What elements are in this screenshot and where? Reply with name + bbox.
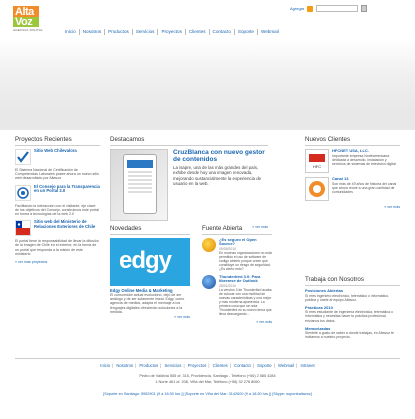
footer-link-clientes[interactable]: Clientes [211, 363, 230, 368]
section-title: Destacamos [110, 136, 268, 146]
footer-link-proyectos[interactable]: Proyectos [186, 363, 209, 368]
agregar-link[interactable]: Agregar [290, 6, 304, 11]
open-source-title[interactable]: ¿Es seguro el Open Source? [219, 237, 272, 247]
altavoz-logo[interactable]: Alta Voz AGENCIA DIGITAL [13, 6, 58, 38]
footer-support: [Soporte en Santiago: 5952901 (9 a 18:30… [103, 392, 312, 396]
section-title: Nuevos Clientes [305, 136, 400, 146]
project-item[interactable]: El Consejo para la Transparencia en un P… [15, 184, 100, 201]
job-text: Siéntete a gusto de saber a donde trabaj… [305, 331, 394, 340]
transparency-logo-icon [15, 184, 31, 201]
nav-item-soporte[interactable]: Soporte [235, 29, 258, 35]
search-input[interactable] [316, 5, 359, 12]
news-text: El consumidor actual evolucionó, dejó de… [110, 293, 185, 314]
footer-link-soporte[interactable]: Soporte [255, 363, 274, 368]
footer-link-productos[interactable]: Productos [137, 363, 160, 368]
footer-link-servicios[interactable]: Servicios [162, 363, 183, 368]
fuente-abierta: Fuente Abierta ¿Es seguro el Open Source… [202, 225, 272, 324]
clients-more-link[interactable]: » ver más [305, 205, 400, 209]
project-item[interactable]: Sitio web del Ministerio de Relaciones E… [15, 219, 100, 237]
thunderbird-icon [202, 274, 216, 289]
client-text: Son más de 49 años de historia del canal… [332, 181, 397, 194]
footer-nav: Inicio | Nosotros | Productos | Servicios | … [98, 363, 317, 368]
nav-item-nosotros[interactable]: Nosotros [80, 29, 106, 35]
featured-image[interactable] [110, 149, 168, 221]
nav-item-contacto[interactable]: Contacto [210, 29, 235, 35]
more-projects-link[interactable]: » ver más proyectos [15, 260, 100, 264]
nav-item-servicios[interactable]: Servicios [133, 29, 159, 35]
destacamos: Destacamos CruzBlanca con nuevo gestor d… [110, 136, 268, 229]
footer-link-contacto[interactable]: Contacto [232, 363, 253, 368]
job-item[interactable]: Prácticas 2010 Si eres estudiante de ing… [305, 305, 400, 323]
checkmark-logo-icon [15, 149, 31, 165]
open-source-text: La versión 3 de Thunderbird acaba de col… [219, 287, 272, 316]
client-item[interactable]: Canal 13 Son más de 49 años de historia … [305, 176, 400, 201]
open-source-more-link[interactable]: » ver más [202, 320, 272, 324]
footer-link-inicio[interactable]: Inicio [98, 363, 112, 368]
footer-link-nosotros[interactable]: Nosotros [114, 363, 135, 368]
open-source-item[interactable]: ¿Es seguro el Open Source? 09/05/2010 En… [202, 237, 272, 271]
hero-banner [0, 38, 415, 130]
client-item[interactable]: HFC HFCNET USA, LLC. Importante empresa … [305, 148, 400, 173]
project-description: El portal tiene la responsabilidad de ll… [15, 239, 99, 256]
phone-icon [123, 154, 157, 214]
job-item[interactable]: Posiciones Abiertas Si eres ingeniero el… [305, 288, 400, 302]
footer-address-vina: 1 Norte 461 of. 208, Viña del Mar, Teléf… [155, 380, 260, 384]
edgy-banner[interactable]: edgy [110, 238, 190, 286]
open-source-text: En muchas organizaciones no está permiti… [219, 250, 272, 271]
svg-text:HFC: HFC [313, 164, 321, 169]
section-title: Novedades [110, 225, 190, 235]
job-text: Si eres estudiante de ingeniería electró… [305, 310, 393, 323]
section-title: Trabaja con Nosotros [305, 276, 400, 286]
nav-item-proyectos[interactable]: Proyectos [158, 29, 186, 35]
nav-item-productos[interactable]: Productos [105, 29, 133, 35]
project-title[interactable]: Sitio web del Ministerio de Relaciones E… [34, 219, 100, 229]
logo-bottom-word: Voz [13, 17, 39, 28]
project-description: Facilitando la interacción con el visita… [15, 203, 99, 217]
nav-item-clientes[interactable]: Clientes [186, 29, 210, 35]
job-text: Si eres ingeniero electrónico, telemátic… [305, 293, 390, 302]
top-links: Agregar [290, 5, 368, 12]
footer-address-santiago: Pedro de Valdivia 555 of. 315, Providenc… [139, 374, 276, 378]
section-title: Fuente Abierta [202, 225, 272, 235]
project-description: El Sistema Nacional de Certificación de … [15, 168, 99, 181]
search-icon[interactable] [361, 5, 368, 12]
news-more-link[interactable]: » ver más [110, 315, 190, 319]
footer-link-webmail[interactable]: Webmail [276, 363, 296, 368]
project-item[interactable]: Sitio Web Chilevalora [15, 148, 100, 165]
project-title[interactable]: Sitio Web Chilevalora [34, 148, 77, 154]
main-nav: Inicio Nosotros Productos Servicios Proy… [62, 29, 282, 35]
open-source-title[interactable]: Thunderbird 3.0: Para liberarse de Outlo… [219, 274, 272, 284]
edgy-logo: edgy [119, 247, 172, 274]
footer-link-intranet[interactable]: Intranet [299, 363, 317, 368]
question-icon [202, 238, 216, 252]
nav-item-webmail[interactable]: Webmail [258, 29, 282, 35]
footer-divider [15, 358, 400, 359]
logo-tagline: AGENCIA DIGITAL [13, 28, 44, 32]
featured-text: La isapre, una de las más grandes del pa… [173, 165, 262, 187]
chile-flag-icon [15, 220, 31, 237]
open-source-item[interactable]: Thunderbird 3.0: Para liberarse de Outlo… [202, 274, 272, 316]
canal13-logo-icon [305, 177, 329, 201]
featured-item: CruzBlanca con nuevo gestor de contenido… [110, 149, 268, 221]
featured-headline[interactable]: CruzBlanca con nuevo gestor de contenido… [173, 149, 267, 163]
header: Alta Voz AGENCIA DIGITAL Agregar Inicio … [0, 0, 415, 38]
trabaja-con-nosotros: Trabaja con Nosotros Posiciones Abiertas… [305, 276, 400, 343]
hfcnet-logo-icon: HFC [305, 149, 329, 173]
proyectos-recientes: Proyectos Recientes Sitio Web Chilevalor… [15, 136, 100, 264]
nav-item-inicio[interactable]: Inicio [62, 29, 80, 35]
project-title[interactable]: El Consejo para la Transparencia en un P… [34, 184, 100, 194]
client-text: Importante empresa Norteamericana dedica… [332, 153, 396, 166]
nuevos-clientes: Nuevos Clientes HFC HFCNET USA, LLC. Imp… [305, 136, 400, 215]
section-title: Proyectos Recientes [15, 136, 100, 146]
novedades: Novedades edgy Edgy Online Media & Marke… [110, 225, 190, 319]
rss-icon[interactable] [307, 5, 314, 12]
job-item[interactable]: Memorizadas Siéntete a gusto de saber a … [305, 326, 400, 340]
